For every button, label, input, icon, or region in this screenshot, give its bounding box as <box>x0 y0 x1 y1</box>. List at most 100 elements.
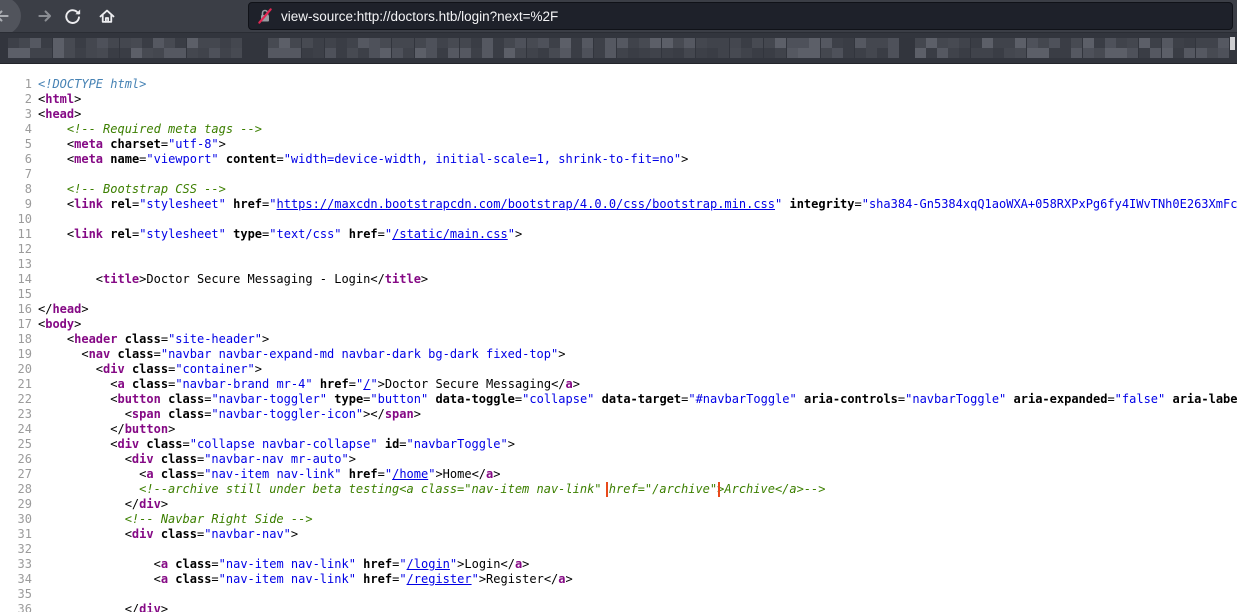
redacted-bookmark-block <box>730 38 741 58</box>
line-number: 32 <box>0 542 38 557</box>
line-number: 26 <box>0 452 38 467</box>
source-line: 18 <header class="site-header"> <box>0 332 1237 347</box>
redacted-bookmark-block <box>582 38 593 58</box>
source-line: 21 <a class="navbar-brand mr-4" href="/"… <box>0 377 1237 392</box>
redacted-bookmark-block <box>628 38 639 58</box>
source-line: 32 <box>0 542 1237 557</box>
source-line: 16</head> <box>0 302 1237 317</box>
source-line: 1<!DOCTYPE html> <box>0 77 1237 92</box>
line-number: 18 <box>0 332 38 347</box>
redacted-bookmark-block <box>108 38 119 58</box>
redacted-bookmark-block <box>358 38 369 58</box>
redacted-bookmark-block <box>19 38 30 58</box>
line-number: 24 <box>0 422 38 437</box>
source-line: 29 </div> <box>0 497 1237 512</box>
redacted-bookmark-block <box>764 38 775 58</box>
source-line: 27 <a class="nav-item nav-link" href="/h… <box>0 467 1237 482</box>
line-number: 17 <box>0 317 38 332</box>
redacted-bookmark-block <box>809 38 820 58</box>
source-line: 17<body> <box>0 317 1237 332</box>
source-line: 15 <box>0 287 1237 302</box>
home-button[interactable] <box>98 7 116 25</box>
bookmarks-bar[interactable] <box>0 32 1237 64</box>
redacted-bookmark-block <box>1184 38 1195 58</box>
insecure-lock-slash-icon[interactable] <box>257 8 273 24</box>
source-link[interactable]: /static/main.css <box>392 227 508 241</box>
source-link[interactable]: https://maxcdn.bootstrapcdn.com/bootstra… <box>277 197 776 211</box>
redacted-bookmark-block <box>482 38 493 58</box>
line-number: 1 <box>0 77 38 92</box>
redacted-bookmark-block <box>798 38 809 58</box>
redacted-bookmark-block <box>1207 38 1218 58</box>
source-line: 34 <a class="nav-item nav-link" href="/r… <box>0 572 1237 587</box>
redacted-bookmark-block <box>1027 38 1038 58</box>
redacted-bookmark-block <box>971 38 982 58</box>
url-text[interactable]: view-source:http://doctors.htb/login?nex… <box>281 9 558 24</box>
redacted-bookmark-block <box>571 38 582 58</box>
source-line: 10 <box>0 212 1237 227</box>
source-link[interactable]: /register <box>407 572 472 586</box>
redacted-bookmark-block <box>426 38 437 58</box>
line-number: 34 <box>0 572 38 587</box>
line-number: 22 <box>0 392 38 407</box>
line-number: 36 <box>0 602 38 612</box>
line-number: 19 <box>0 347 38 362</box>
redacted-bookmark-block <box>403 38 414 58</box>
redacted-bookmark-block <box>926 38 937 58</box>
source-line: 2<html> <box>0 92 1237 107</box>
redacted-bookmark-block <box>877 38 888 58</box>
redacted-bookmark-block <box>1015 38 1026 58</box>
forward-button[interactable] <box>36 7 54 25</box>
redacted-bookmark-block <box>1173 38 1184 58</box>
line-number: 29 <box>0 497 38 512</box>
source-line: 25 <div class="collapse navbar-collapse"… <box>0 437 1237 452</box>
source-line: 12 <box>0 242 1237 257</box>
source-line: 24 </button> <box>0 422 1237 437</box>
redacted-bookmark-block <box>209 38 220 58</box>
source-line: 33 <a class="nav-item nav-link" href="/l… <box>0 557 1237 572</box>
redacted-bookmark-block <box>380 38 391 58</box>
home-icon <box>98 7 116 25</box>
redacted-bookmark-block <box>1150 38 1161 58</box>
reload-button[interactable] <box>63 7 81 25</box>
redacted-bookmark-block <box>752 38 763 58</box>
redacted-bookmark-block <box>1105 38 1116 58</box>
redacted-bookmark-block <box>41 38 52 58</box>
redacted-bookmark-block <box>1230 37 1235 50</box>
redacted-bookmark-block <box>937 38 948 58</box>
redacted-bookmark-block <box>1116 38 1127 58</box>
redacted-bookmark-block <box>8 38 19 58</box>
redacted-bookmark-block <box>187 38 198 58</box>
back-button[interactable] <box>0 0 21 32</box>
source-link[interactable]: /login <box>407 557 450 571</box>
line-number: 15 <box>0 287 38 302</box>
redacted-bookmark-block <box>153 38 164 58</box>
source-link[interactable]: /home <box>392 467 428 481</box>
source-line: 31 <div class="navbar-nav"> <box>0 527 1237 542</box>
line-number: 21 <box>0 377 38 392</box>
redacted-bookmark-block <box>696 38 707 58</box>
redacted-bookmark-block <box>268 38 279 58</box>
redacted-bookmark-block <box>437 38 448 58</box>
source-line: 8 <!-- Bootstrap CSS --> <box>0 182 1237 197</box>
url-bar[interactable]: view-source:http://doctors.htb/login?nex… <box>248 2 1233 30</box>
redacted-bookmark-block <box>707 38 718 58</box>
redacted-bookmark-block <box>718 38 729 58</box>
redacted-bookmark-block <box>220 38 231 58</box>
redacted-bookmark-block <box>1218 38 1229 58</box>
redacted-bookmark-block <box>302 38 313 58</box>
arrow-right-icon <box>36 7 54 25</box>
source-line: 9 <link rel="stylesheet" href="https://m… <box>0 197 1237 212</box>
redacted-bookmark-block <box>493 38 504 58</box>
redacted-bookmark-block <box>1049 38 1060 58</box>
redacted-bookmark-block <box>549 38 560 58</box>
source-line: 36 </div> <box>0 602 1237 612</box>
redacted-bookmark-block <box>175 38 186 58</box>
redacted-bookmark-block <box>325 38 336 58</box>
redacted-bookmark-block <box>1162 38 1173 58</box>
redacted-bookmark-block <box>982 38 993 58</box>
arrow-left-icon <box>0 7 11 25</box>
redacted-bookmark-block <box>515 38 526 58</box>
line-number: 4 <box>0 122 38 137</box>
redacted-bookmark-block <box>639 38 650 58</box>
